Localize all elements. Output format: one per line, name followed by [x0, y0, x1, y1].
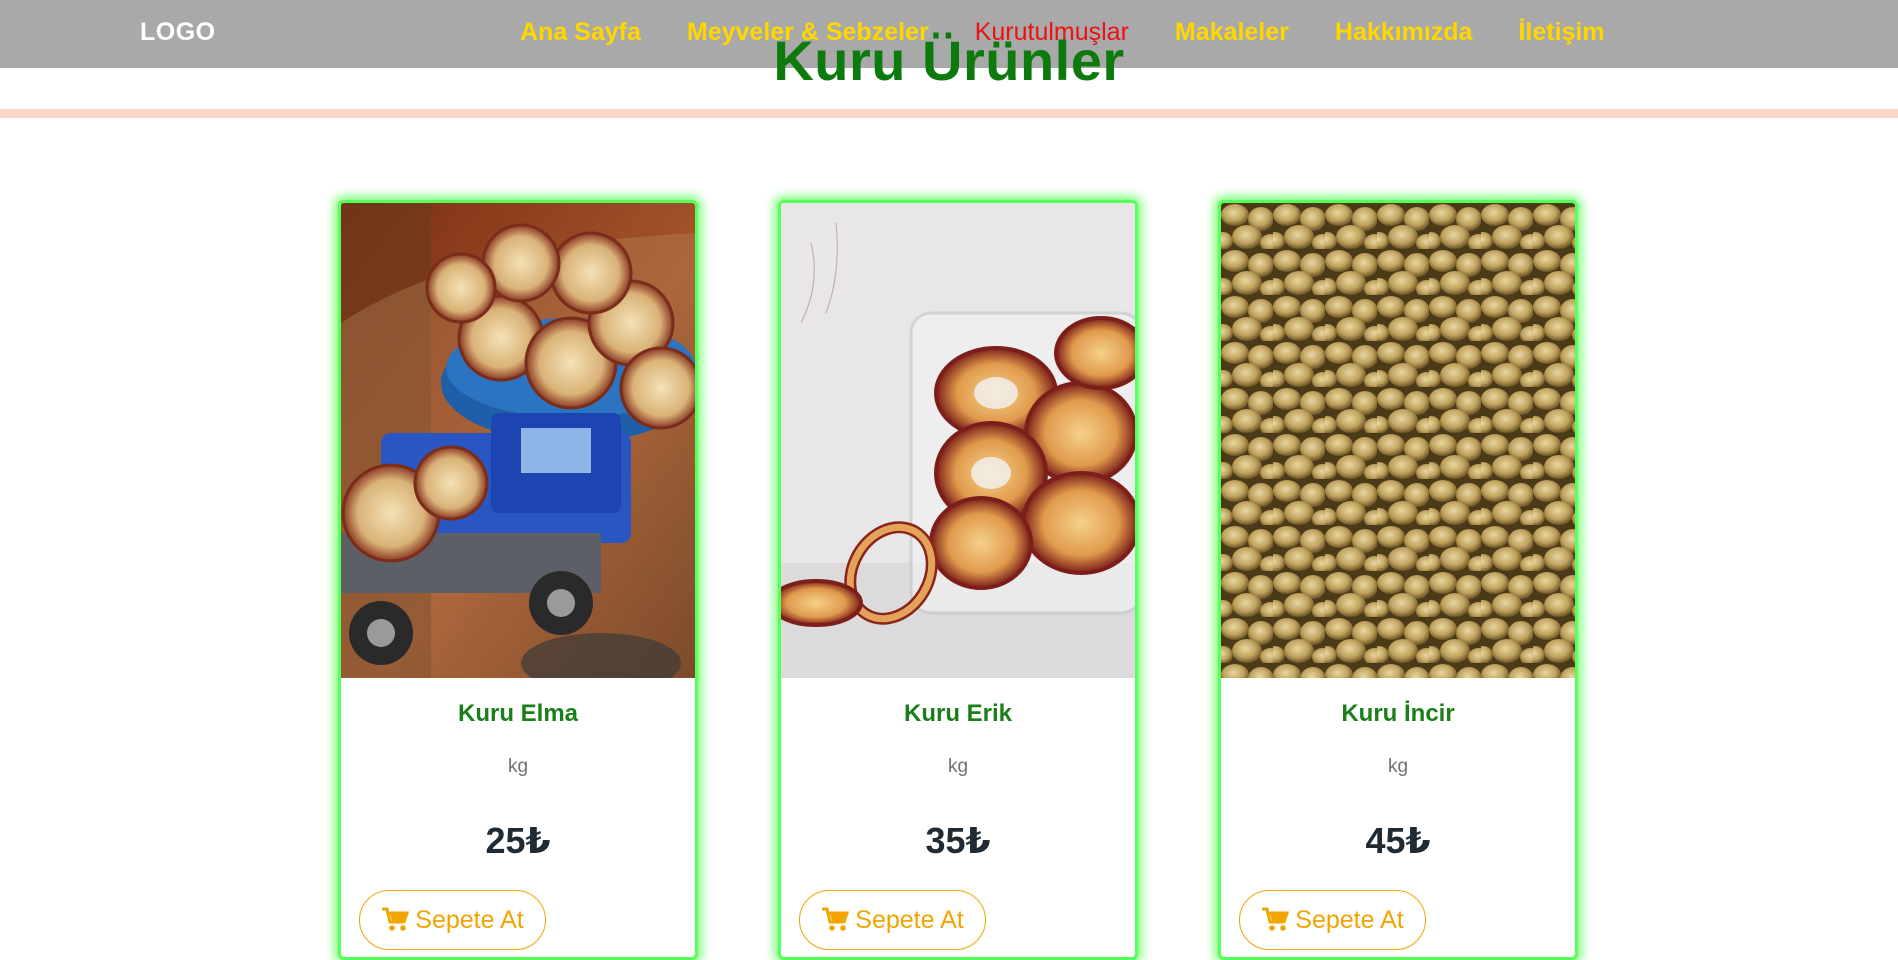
product-image-dried-plum: [781, 203, 1135, 678]
add-to-cart-label: Sepete At: [1295, 905, 1404, 934]
add-to-cart-label: Sepete At: [415, 905, 524, 934]
product-price: 25₺: [485, 820, 551, 861]
product-card: Kuru İncir kg 45₺ Sepete At: [1218, 200, 1578, 960]
product-name: Kuru İncir: [1341, 700, 1455, 727]
add-to-cart-button[interactable]: Sepete At: [799, 890, 986, 950]
product-name: Kuru Erik: [903, 700, 1013, 727]
add-to-cart-label: Sepete At: [855, 905, 964, 934]
product-unit: kg: [507, 756, 529, 777]
product-card-body: Kuru Erik kg 35₺: [781, 700, 1135, 862]
shopping-cart-icon: [381, 907, 410, 933]
product-image-dried-apple: [341, 203, 695, 678]
product-card-body: Kuru Elma kg 25₺: [341, 700, 695, 862]
product-image-dried-fig: [1221, 203, 1575, 678]
product-price: 35₺: [925, 820, 991, 861]
product-price: 45₺: [1365, 820, 1431, 861]
product-unit: kg: [947, 756, 969, 777]
title-divider: [0, 109, 1898, 118]
product-card: Kuru Elma kg 25₺ Sepete At: [338, 200, 698, 960]
product-grid: Kuru Elma kg 25₺ Sepete At Kuru Erik kg …: [338, 200, 1578, 960]
shopping-cart-icon: [1261, 907, 1290, 933]
product-card-body: Kuru İncir kg 45₺: [1221, 700, 1575, 862]
product-name: Kuru Elma: [457, 700, 579, 727]
add-to-cart-button[interactable]: Sepete At: [359, 890, 546, 950]
add-to-cart-button[interactable]: Sepete At: [1239, 890, 1426, 950]
shopping-cart-icon: [821, 907, 850, 933]
product-card: Kuru Erik kg 35₺ Sepete At: [778, 200, 1138, 960]
page-title: Kuru Ürünler: [773, 29, 1125, 92]
product-unit: kg: [1387, 756, 1409, 777]
